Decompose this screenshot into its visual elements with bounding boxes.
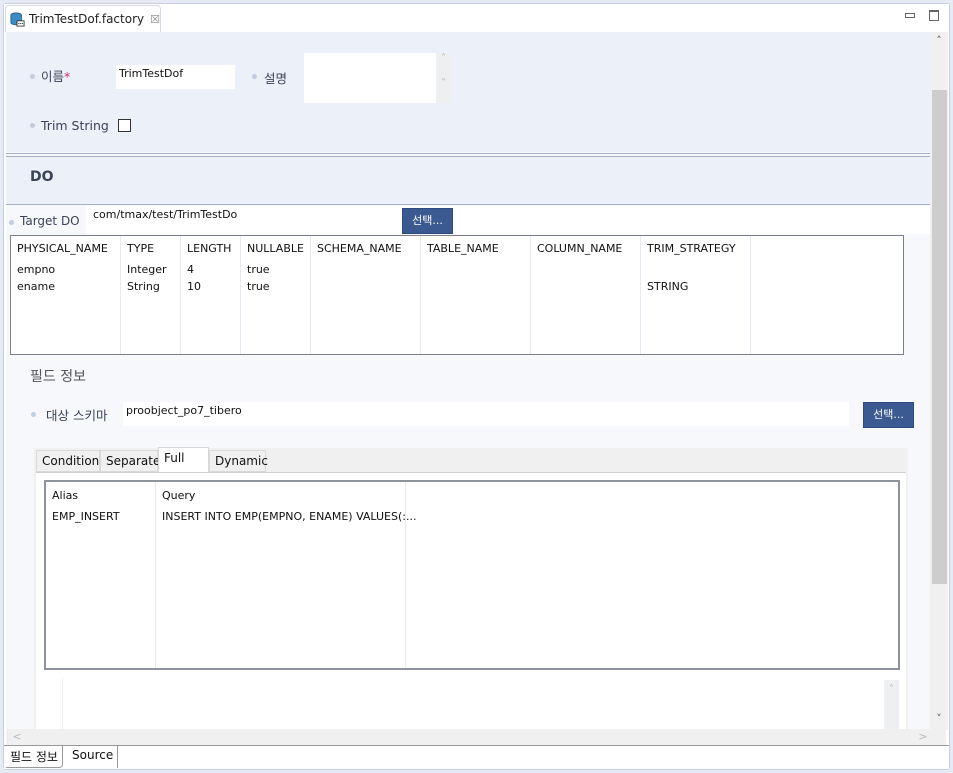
- scroll-right-icon[interactable]: >: [914, 730, 932, 743]
- horizontal-scrollbar[interactable]: < >: [6, 729, 946, 745]
- table-cell[interactable]: Integer: [127, 263, 167, 276]
- form-content: 이름* TrimTestDof 설명 ˄ ˅ Trim String DO Ta…: [6, 32, 930, 744]
- target-do-label: Target DO: [20, 214, 80, 228]
- table-cell[interactable]: 4: [187, 263, 194, 276]
- scroll-up-icon[interactable]: ˄: [884, 684, 899, 695]
- do-section-title: DO: [30, 169, 54, 185]
- general-section: 이름* TrimTestDof 설명 ˄ ˅ Trim String: [6, 32, 930, 152]
- bullet-icon: [252, 74, 257, 79]
- query-tabs: Condition Separate Full Dynamic Alias EMP…: [34, 447, 908, 744]
- bullet-icon: [31, 412, 36, 417]
- tab-dynamic[interactable]: Dynamic: [209, 450, 268, 472]
- do-columns-table: PHYSICAL_NAMEempno ename TYPE Integer String…: [10, 235, 904, 355]
- editor-tab-bar: TrimTestDof.factory ☒: [4, 4, 949, 32]
- bullet-icon: [30, 74, 35, 79]
- table-cell[interactable]: empno: [17, 263, 55, 276]
- page-tab-source[interactable]: Source: [68, 746, 119, 768]
- target-do-input[interactable]: com/tmax/test/TrimTestDo: [90, 206, 390, 226]
- column-header[interactable]: LENGTH: [187, 242, 231, 255]
- scroll-left-icon[interactable]: <: [8, 730, 26, 743]
- editor-tab-title: TrimTestDof.factory: [28, 12, 145, 26]
- query-table: Alias EMP_INSERT Query INSERT INTO EMP(EMPN…: [44, 480, 900, 670]
- column-header[interactable]: TRIM_STRATEGY: [647, 242, 736, 255]
- column-header[interactable]: Alias: [52, 489, 78, 502]
- table-cell[interactable]: STRING: [647, 280, 688, 293]
- scroll-up-icon[interactable]: ˄: [436, 53, 451, 64]
- field-info-title: 필드 정보: [30, 369, 86, 385]
- scroll-down-icon[interactable]: ˅: [930, 712, 948, 725]
- page-tab-field-info[interactable]: 필드 정보: [6, 746, 63, 768]
- editor-page-tabs: 필드 정보 Source: [4, 745, 949, 769]
- table-cell[interactable]: EMP_INSERT: [52, 510, 120, 523]
- schema-select-button[interactable]: 선택...: [863, 402, 914, 428]
- name-label: 이름*: [41, 69, 71, 84]
- scroll-up-icon[interactable]: ˄: [930, 34, 948, 47]
- description-textarea[interactable]: [304, 53, 436, 103]
- target-do-select-button[interactable]: 선택...: [402, 208, 453, 234]
- name-input[interactable]: TrimTestDof: [116, 65, 235, 89]
- table-column: Query INSERT INTO EMP(EMPNO, ENAME) VALUE…: [156, 482, 416, 668]
- table-column: LENGTH 4 10: [181, 236, 241, 354]
- scroll-down-icon[interactable]: ˅: [436, 78, 451, 89]
- table-column: SCHEMA_NAME: [311, 236, 421, 354]
- table-cell[interactable]: true: [247, 263, 270, 276]
- editor-window: TrimTestDof.factory ☒ 이름* TrimTestDof 설명…: [3, 3, 950, 770]
- table-cell[interactable]: INSERT INTO EMP(EMPNO, ENAME) VALUES(:..…: [162, 510, 416, 523]
- description-label: 설명: [264, 71, 288, 86]
- bullet-icon: [9, 220, 14, 225]
- maximize-icon[interactable]: [929, 10, 939, 21]
- table-cell[interactable]: 10: [187, 280, 201, 293]
- target-do-row: Target DO com/tmax/test/TrimTestDo 선택...: [6, 206, 930, 234]
- table-column: TABLE_NAME: [421, 236, 531, 354]
- tab-full[interactable]: Full: [158, 447, 209, 472]
- table-cell[interactable]: true: [247, 280, 270, 293]
- editor-tab[interactable]: TrimTestDof.factory ☒: [5, 5, 161, 32]
- vertical-scroll-thumb[interactable]: [932, 90, 947, 584]
- table-column: NULLABLE true true: [241, 236, 311, 354]
- tab-separate[interactable]: Separate: [100, 450, 160, 472]
- table-column: Alias EMP_INSERT: [46, 482, 156, 668]
- trim-string-checkbox[interactable]: [118, 119, 131, 132]
- table-cell[interactable]: ename: [17, 280, 55, 293]
- column-header[interactable]: PHYSICAL_NAME: [17, 242, 108, 255]
- divider: [6, 153, 930, 154]
- column-header[interactable]: NULLABLE: [247, 242, 304, 255]
- tab-condition[interactable]: Condition: [36, 450, 100, 472]
- column-header[interactable]: COLUMN_NAME: [537, 242, 622, 255]
- table-column: TYPE Integer String: [121, 236, 181, 354]
- target-schema-label: 대상 스키마: [46, 408, 108, 423]
- table-column: COLUMN_NAME: [531, 236, 641, 354]
- trim-string-label: Trim String: [41, 118, 109, 133]
- do-section-header: DO: [6, 156, 930, 205]
- close-icon[interactable]: ☒: [150, 13, 160, 26]
- description-scrollbar[interactable]: ˄ ˅: [436, 53, 451, 103]
- bullet-icon: [30, 123, 35, 128]
- table-cell[interactable]: String: [127, 280, 160, 293]
- tab-full-content: Alias EMP_INSERT Query INSERT INTO EMP(EMPN…: [36, 472, 906, 744]
- table-column: PHYSICAL_NAMEempno ename: [11, 236, 121, 354]
- minimize-icon[interactable]: [905, 13, 915, 18]
- vertical-scrollbar[interactable]: ˄ ˅: [930, 32, 948, 729]
- required-mark: *: [64, 69, 71, 84]
- target-schema-input[interactable]: proobject_po7_tibero: [123, 402, 849, 426]
- column-header[interactable]: TABLE_NAME: [427, 242, 499, 255]
- column-header[interactable]: TYPE: [127, 242, 154, 255]
- column-header[interactable]: Query: [162, 489, 195, 502]
- column-header[interactable]: SCHEMA_NAME: [317, 242, 402, 255]
- table-column: TRIM_STRATEGY STRING: [641, 236, 751, 354]
- database-icon: [10, 11, 25, 27]
